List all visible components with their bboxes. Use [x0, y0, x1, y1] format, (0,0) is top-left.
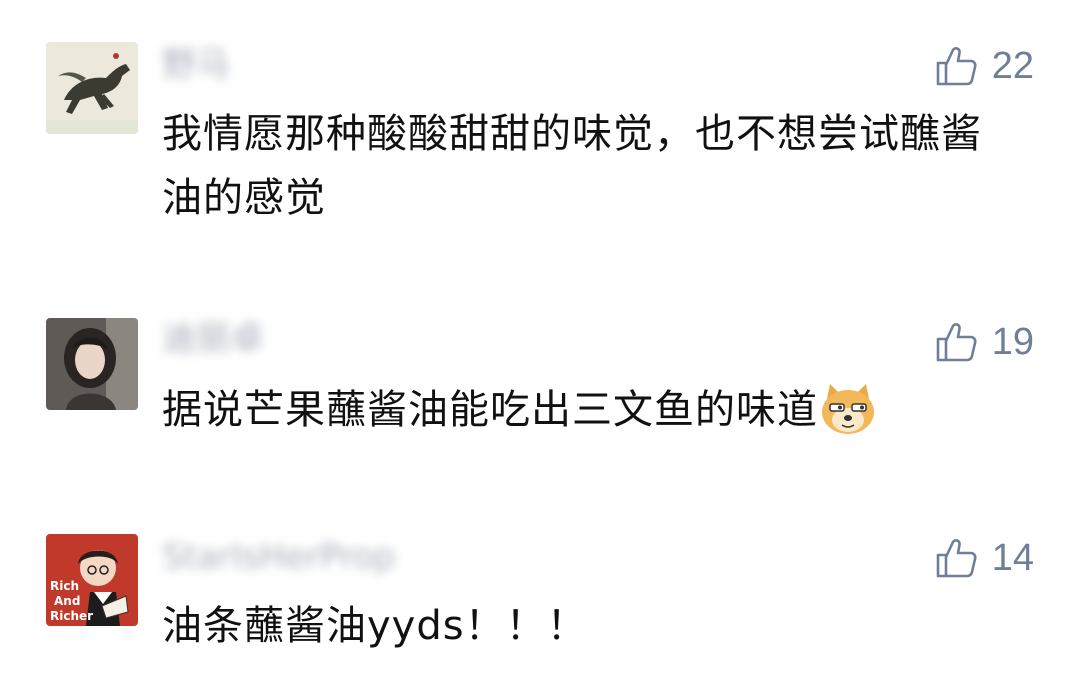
girl-photo-avatar-icon	[46, 318, 138, 410]
comment-text-content: 据说芒果蘸酱油能吃出三文鱼的味道	[162, 387, 818, 433]
thumbs-up-icon	[936, 539, 977, 578]
horse-painting-avatar-icon	[46, 42, 138, 134]
thumbs-up-icon	[936, 323, 977, 362]
like-count: 14	[991, 537, 1034, 579]
comment-item: 迪丽卓 19 据说芒果蘸酱油能吃出三文鱼的味道	[0, 300, 1080, 460]
comment-text: 据说芒果蘸酱油能吃出三文鱼的味道	[162, 378, 1002, 442]
comment-text: 油条蘸酱油yyds！！！	[162, 603, 588, 649]
username[interactable]: 迪丽卓	[162, 318, 264, 360]
avatar-text: Richer	[50, 609, 93, 623]
like-button[interactable]: 22	[934, 42, 1034, 90]
like-button[interactable]: 19	[934, 318, 1034, 366]
comment-item: Rich And Richer StarIsHerProp 14 油条蘸酱油yy…	[0, 520, 1080, 690]
like-count: 19	[991, 321, 1034, 363]
like-count: 22	[991, 45, 1034, 87]
like-button[interactable]: 14	[934, 534, 1034, 582]
username[interactable]: 野马	[162, 44, 230, 86]
rich-and-richer-avatar-icon: Rich And Richer	[46, 534, 138, 626]
username[interactable]: StarIsHerProp	[162, 536, 395, 578]
avatar-text: Rich	[50, 579, 79, 593]
comment-item: 野马 22 我情愿那种酸酸甜甜的味觉，也不想尝试醮酱油的感觉	[0, 0, 1080, 240]
doge-emoji-icon	[818, 378, 878, 438]
thumbs-up-icon	[936, 47, 977, 86]
avatar[interactable]: Rich And Richer	[46, 534, 138, 626]
avatar-text: And	[54, 594, 80, 608]
avatar[interactable]	[46, 318, 138, 410]
comment-text: 我情愿那种酸酸甜甜的味觉，也不想尝试醮酱油的感觉	[162, 111, 982, 221]
avatar[interactable]	[46, 42, 138, 134]
